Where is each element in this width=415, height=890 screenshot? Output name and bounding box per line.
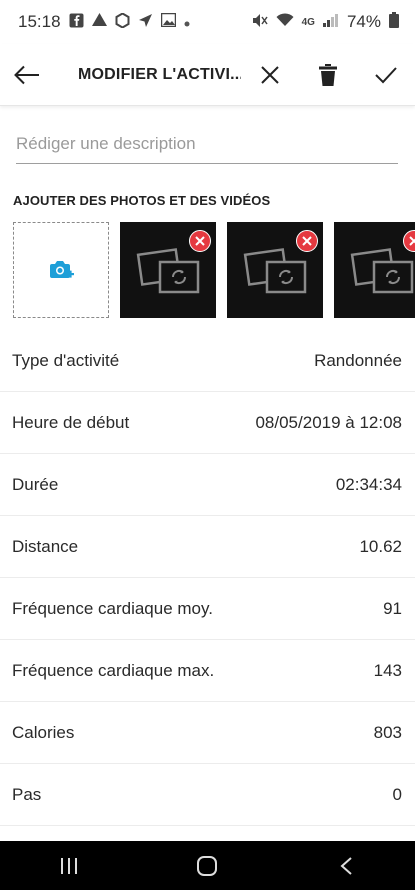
field-row-duration[interactable]: Durée 02:34:34 [0,454,415,516]
remove-photo-button[interactable] [189,230,211,252]
battery-percent: 74% [346,12,381,31]
home-button[interactable] [177,841,237,890]
add-photo-button[interactable] [13,222,109,318]
dot-icon [184,14,190,31]
status-bar: 15:18 4G 74% [0,0,415,44]
field-value: 91 [383,598,402,618]
field-value: 143 [373,660,402,680]
mute-icon [252,13,268,32]
photos-row [13,222,415,318]
field-row-distance[interactable]: Distance 10.62 [0,516,415,578]
app-icon [115,11,130,32]
field-value: 803 [373,722,402,742]
field-label: Calories [12,722,75,742]
field-value: Randonnée [314,350,402,370]
back-icon [340,856,352,875]
field-label: Durée [12,474,59,494]
system-nav-bar [0,841,415,890]
photo-thumbnail[interactable] [227,222,323,318]
save-button[interactable] [357,44,415,106]
photos-section-label: AJOUTER DES PHOTOS ET DES VIDÉOS [13,193,271,208]
trash-icon [319,63,337,86]
delete-button[interactable] [299,44,357,106]
field-row-avg-heart-rate[interactable]: Fréquence cardiaque moy. 91 [0,578,415,640]
gallery-icon [160,12,176,31]
description-input[interactable] [16,128,398,160]
field-row-start-time[interactable]: Heure de début 08/05/2019 à 12:08 [0,392,415,454]
page-title: MODIFIER L'ACTIVI... [78,65,241,83]
status-left: 15:18 [18,11,190,32]
add-camera-icon [50,261,74,278]
photo-thumbnail[interactable] [334,222,415,318]
close-button[interactable] [241,44,299,106]
arrow-left-icon [14,65,39,84]
check-icon [375,66,397,83]
field-label: Type d'activité [12,350,120,370]
status-right: 4G 74% [252,12,399,32]
battery-icon [389,12,399,32]
image-placeholder-icon [136,248,200,294]
field-value: 0 [392,784,402,804]
facebook-icon [69,13,84,32]
field-value: 10.62 [359,536,402,556]
field-value: 08/05/2019 à 12:08 [255,412,402,432]
wifi-icon [276,13,294,31]
close-icon [195,236,205,246]
image-placeholder-icon [350,248,414,294]
image-placeholder-icon [243,248,307,294]
recents-button[interactable] [39,841,99,890]
field-row-steps[interactable]: Pas 0 [0,764,415,826]
field-row-max-heart-rate[interactable]: Fréquence cardiaque max. 143 [0,640,415,702]
4g-icon: 4G [301,16,315,28]
field-label: Heure de début [12,412,130,432]
drive-icon [91,13,107,31]
field-row-activity-type[interactable]: Type d'activité Randonnée [0,330,415,392]
toolbar: MODIFIER L'ACTIVI... [0,44,415,106]
photo-thumbnail[interactable] [120,222,216,318]
field-label: Pas [12,784,42,804]
navigation-icon [138,13,153,32]
back-button-system[interactable] [316,841,376,890]
remove-photo-button[interactable] [296,230,318,252]
field-label: Distance [12,536,79,556]
field-label: Fréquence cardiaque moy. [12,598,213,618]
back-button[interactable] [0,44,54,106]
activity-fields: Type d'activité Randonnée Heure de début… [0,330,415,826]
field-value: 02:34:34 [335,474,402,494]
signal-icon [322,13,339,31]
close-icon [302,236,312,246]
field-label: Fréquence cardiaque max. [12,660,215,680]
status-time: 15:18 [18,12,61,31]
field-row-calories[interactable]: Calories 803 [0,702,415,764]
description-field [16,128,398,164]
recents-icon [61,857,78,874]
home-icon [197,855,218,876]
close-icon [409,236,415,246]
close-icon [261,65,279,84]
